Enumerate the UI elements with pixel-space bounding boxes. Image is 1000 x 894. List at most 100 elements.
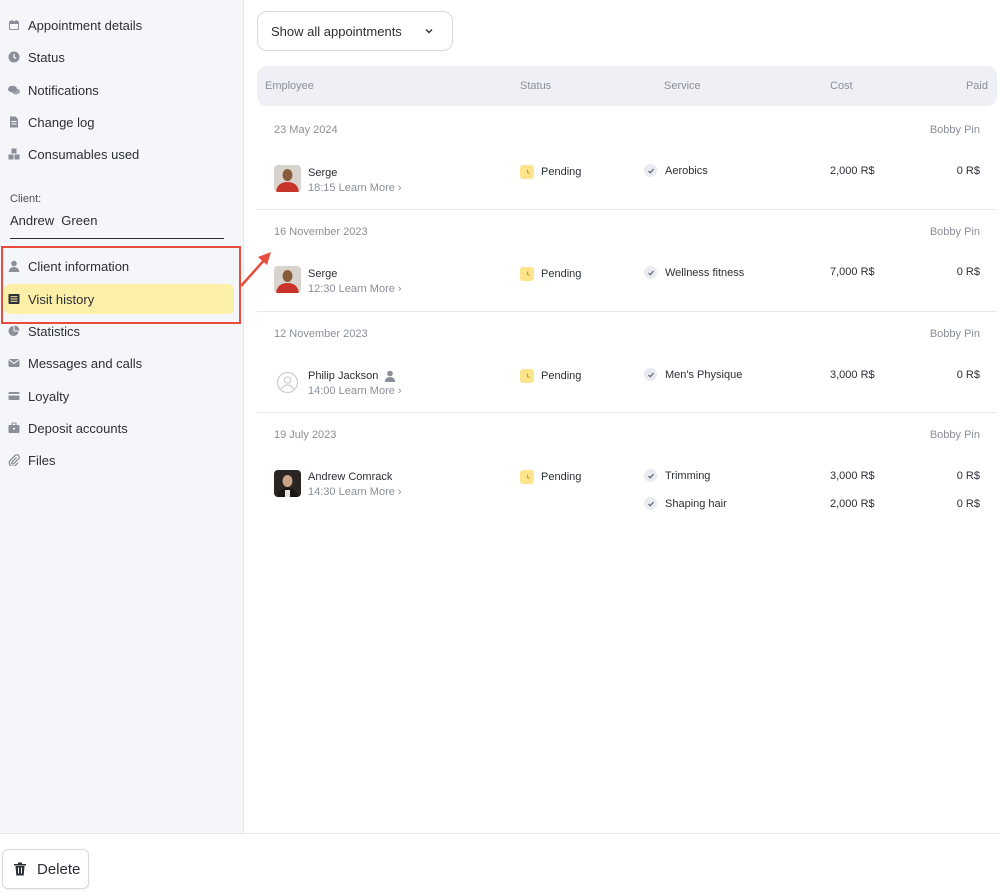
sidebar-item-messages-and-calls[interactable]: Messages and calls xyxy=(0,348,240,378)
service-cost: 3,000 R$ xyxy=(830,470,875,482)
delete-button[interactable]: Delete xyxy=(2,849,89,889)
status-badge: Pending xyxy=(520,165,581,179)
card-icon xyxy=(8,390,20,402)
visit-time-learn-more: 18:15 Learn More › xyxy=(308,182,402,194)
learn-more-link[interactable]: Learn More › xyxy=(339,486,402,498)
briefcase-icon xyxy=(8,422,20,434)
visit-author: Bobby Pin xyxy=(929,429,980,441)
check-icon xyxy=(644,469,657,482)
learn-more-link[interactable]: Learn More › xyxy=(339,283,402,295)
service-item: Wellness fitness xyxy=(644,266,744,279)
sidebar-item-label: Status xyxy=(28,49,65,65)
visit-group: 19 July 2023 Bobby Pin Andrew Comrack 14… xyxy=(257,413,997,533)
client-label: Client: xyxy=(10,193,42,205)
employee-name[interactable]: Serge xyxy=(308,268,337,280)
visit-date: 23 May 2024 xyxy=(274,124,338,136)
header-cost: Cost xyxy=(830,80,853,92)
service-cost: 2,000 R$ xyxy=(830,498,875,510)
sidebar-item-label: Messages and calls xyxy=(28,355,143,371)
check-icon xyxy=(644,266,657,279)
status-badge: Pending xyxy=(520,470,581,484)
service-paid: 0 R$ xyxy=(956,369,980,381)
employee-avatar xyxy=(274,165,301,192)
service-cost: 7,000 R$ xyxy=(830,266,875,278)
visit-date: 19 July 2023 xyxy=(274,429,337,441)
sidebar-item-label: Consumables used xyxy=(28,146,140,162)
clock-icon xyxy=(8,51,20,63)
service-item: Trimming xyxy=(644,469,710,482)
boxes-icon xyxy=(8,148,20,160)
service-item: Men's Physique xyxy=(644,368,742,381)
learn-more-link[interactable]: Learn More › xyxy=(339,182,402,194)
sidebar-item-label: Deposit accounts xyxy=(28,420,128,436)
visit-time-learn-more: 14:30 Learn More › xyxy=(308,486,402,498)
sidebar-item-notifications[interactable]: Notifications xyxy=(0,75,240,105)
sidebar-item-label: Change log xyxy=(28,114,95,130)
sidebar-item-change-log[interactable]: Change log xyxy=(0,107,240,137)
filter-label: Show all appointments xyxy=(271,23,402,39)
chat-bubbles-icon xyxy=(8,84,20,96)
clock-icon xyxy=(520,369,534,383)
trash-icon xyxy=(14,862,26,876)
visit-group: 23 May 2024 Bobby Pin Serge 18:15 Learn … xyxy=(257,106,997,210)
appointments-filter-dropdown[interactable]: Show all appointments xyxy=(257,11,453,51)
service-paid: 0 R$ xyxy=(956,498,980,510)
service-cost: 3,000 R$ xyxy=(830,369,875,381)
sidebar-item-loyalty[interactable]: Loyalty xyxy=(0,381,240,411)
sidebar-item-label: Files xyxy=(28,452,56,468)
person-icon xyxy=(385,370,396,382)
envelope-icon xyxy=(8,357,20,369)
client-name-field[interactable]: Andrew Green xyxy=(10,211,224,239)
visit-time-learn-more: 14:00 Learn More › xyxy=(308,385,402,397)
table-header: Employee Status Service Cost Paid xyxy=(257,66,997,106)
calendar-icon xyxy=(8,19,20,31)
clock-icon xyxy=(520,470,534,484)
service-paid: 0 R$ xyxy=(956,470,980,482)
document-icon xyxy=(8,116,20,128)
chevron-down-icon xyxy=(425,29,433,34)
annotation-highlight-box xyxy=(1,246,241,324)
sidebar-item-appointment-details[interactable]: Appointment details xyxy=(0,10,240,40)
default-avatar-icon xyxy=(274,369,301,396)
header-service: Service xyxy=(664,80,701,92)
paperclip-icon xyxy=(8,454,20,466)
header-status: Status xyxy=(520,80,552,92)
header-paid: Paid xyxy=(965,80,988,92)
employee-avatar xyxy=(274,470,301,497)
service-paid: 0 R$ xyxy=(956,266,980,278)
learn-more-link[interactable]: Learn More › xyxy=(339,385,402,397)
bottom-action-bar: Delete xyxy=(0,833,1000,894)
visit-author: Bobby Pin xyxy=(929,226,980,238)
check-icon xyxy=(644,497,657,510)
status-badge: Pending xyxy=(520,267,581,281)
sidebar-item-label: Loyalty xyxy=(28,388,70,404)
visit-group: 12 November 2023 Bobby Pin Philip Jackso… xyxy=(257,312,997,413)
sidebar: Appointment details Status Notifications… xyxy=(0,0,244,833)
visit-date: 16 November 2023 xyxy=(274,226,368,238)
service-paid: 0 R$ xyxy=(956,165,980,177)
visit-author: Bobby Pin xyxy=(929,328,980,340)
service-item: Aerobics xyxy=(644,164,708,177)
sidebar-item-status[interactable]: Status xyxy=(0,42,240,72)
employee-name[interactable]: Philip Jackson xyxy=(308,370,396,382)
pie-chart-icon xyxy=(8,325,20,337)
employee-name[interactable]: Serge xyxy=(308,167,337,179)
sidebar-item-consumables-used[interactable]: Consumables used xyxy=(0,139,240,169)
employee-name[interactable]: Andrew Comrack xyxy=(308,471,392,483)
visit-author: Bobby Pin xyxy=(929,124,980,136)
service-item: Shaping hair xyxy=(644,497,727,510)
sidebar-item-files[interactable]: Files xyxy=(0,445,240,475)
header-employee: Employee xyxy=(265,80,314,92)
sidebar-item-label: Statistics xyxy=(28,323,81,339)
clock-icon xyxy=(520,165,534,179)
employee-avatar xyxy=(274,266,301,293)
delete-label: Delete xyxy=(37,860,81,878)
check-icon xyxy=(644,164,657,177)
status-badge: Pending xyxy=(520,369,581,383)
visit-group: 16 November 2023 Bobby Pin Serge 12:30 L… xyxy=(257,210,997,312)
sidebar-item-deposit-accounts[interactable]: Deposit accounts xyxy=(0,413,240,443)
sidebar-item-label: Appointment details xyxy=(28,17,143,33)
visit-time-learn-more: 12:30 Learn More › xyxy=(308,283,402,295)
clock-icon xyxy=(520,267,534,281)
service-cost: 2,000 R$ xyxy=(830,165,875,177)
